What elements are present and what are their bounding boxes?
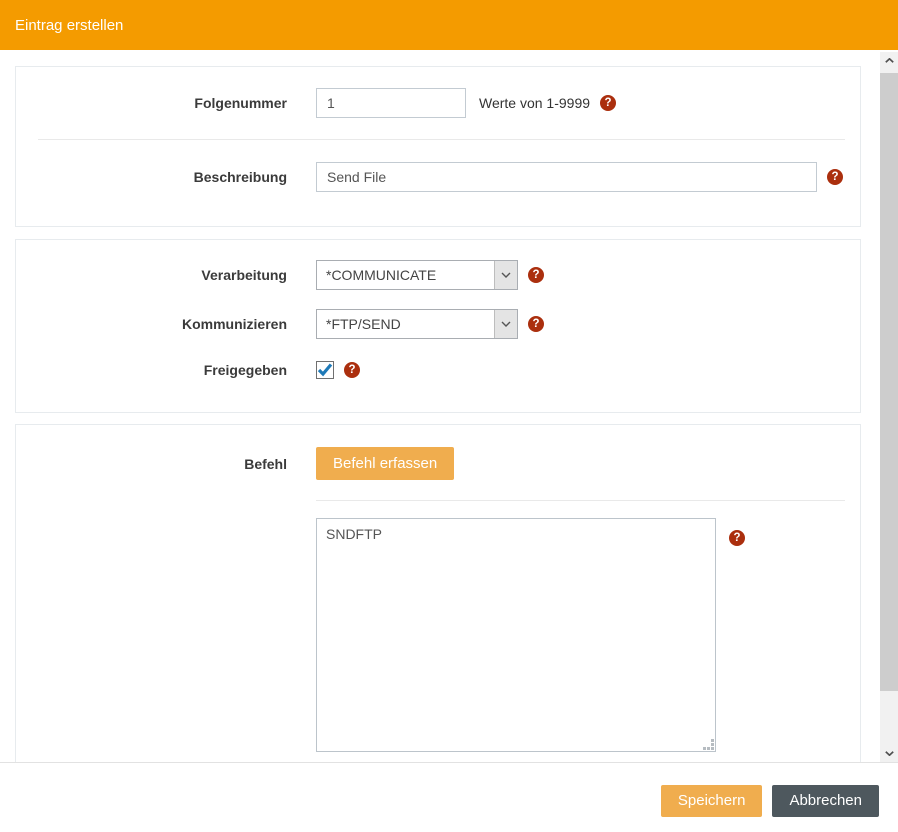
help-icon[interactable]: ? bbox=[528, 316, 544, 332]
scroll-down-button[interactable] bbox=[880, 745, 898, 762]
freigegeben-label: Freigegeben bbox=[16, 362, 287, 378]
help-icon[interactable]: ? bbox=[827, 169, 843, 185]
row-folgenummer: Folgenummer Werte von 1-9999 ? bbox=[16, 88, 860, 118]
freigegeben-checkbox[interactable] bbox=[316, 361, 334, 379]
kommunizieren-select[interactable]: *FTP/SEND bbox=[316, 309, 518, 339]
chevron-up-icon bbox=[885, 58, 894, 63]
row-verarbeitung: Verarbeitung *COMMUNICATE ? bbox=[16, 260, 860, 290]
help-icon[interactable]: ? bbox=[600, 95, 616, 111]
befehl-label: Befehl bbox=[16, 456, 287, 472]
verarbeitung-selected-value: *COMMUNICATE bbox=[317, 261, 494, 289]
row-kommunizieren: Kommunizieren *FTP/SEND ? bbox=[16, 309, 860, 339]
panel-processing: Verarbeitung *COMMUNICATE ? Kommuniziere… bbox=[15, 239, 861, 413]
dialog-body: Folgenummer Werte von 1-9999 ? Beschreib… bbox=[0, 50, 898, 763]
folgenummer-input[interactable] bbox=[316, 88, 466, 118]
dialog-title: Eintrag erstellen bbox=[15, 17, 123, 34]
dialog-footer: Speichern Abbrechen bbox=[0, 763, 898, 832]
scrollbar-thumb[interactable] bbox=[880, 73, 898, 691]
row-freigegeben: Freigegeben ? bbox=[16, 361, 860, 379]
panel-general: Folgenummer Werte von 1-9999 ? Beschreib… bbox=[15, 66, 861, 227]
befehl-erfassen-button[interactable]: Befehl erfassen bbox=[316, 447, 454, 480]
chevron-down-icon bbox=[494, 310, 517, 338]
verarbeitung-select[interactable]: *COMMUNICATE bbox=[316, 260, 518, 290]
befehl-textarea[interactable]: SNDFTP bbox=[316, 518, 716, 752]
kommunizieren-selected-value: *FTP/SEND bbox=[317, 310, 494, 338]
help-icon[interactable]: ? bbox=[344, 362, 360, 378]
help-icon[interactable]: ? bbox=[729, 530, 745, 546]
folgenummer-label: Folgenummer bbox=[16, 95, 287, 111]
speichern-button[interactable]: Speichern bbox=[661, 785, 763, 817]
row-befehl-text: SNDFTP ? bbox=[16, 518, 860, 752]
beschreibung-input[interactable] bbox=[316, 162, 817, 192]
divider bbox=[38, 139, 845, 140]
chevron-down-icon bbox=[494, 261, 517, 289]
checkmark-icon bbox=[317, 363, 333, 377]
scroll-up-button[interactable] bbox=[880, 52, 898, 69]
divider bbox=[316, 500, 845, 501]
chevron-down-icon bbox=[885, 751, 894, 756]
beschreibung-label: Beschreibung bbox=[16, 169, 287, 185]
vertical-scrollbar[interactable] bbox=[880, 52, 898, 762]
panel-command: Befehl Befehl erfassen SNDFTP bbox=[15, 424, 861, 763]
dialog-header: Eintrag erstellen bbox=[0, 0, 898, 50]
abbrechen-button[interactable]: Abbrechen bbox=[772, 785, 879, 817]
row-beschreibung: Beschreibung ? bbox=[16, 162, 860, 192]
folgenummer-hint: Werte von 1-9999 bbox=[479, 95, 590, 111]
verarbeitung-label: Verarbeitung bbox=[16, 267, 287, 283]
row-befehl: Befehl Befehl erfassen bbox=[16, 447, 860, 480]
help-icon[interactable]: ? bbox=[528, 267, 544, 283]
kommunizieren-label: Kommunizieren bbox=[16, 316, 287, 332]
